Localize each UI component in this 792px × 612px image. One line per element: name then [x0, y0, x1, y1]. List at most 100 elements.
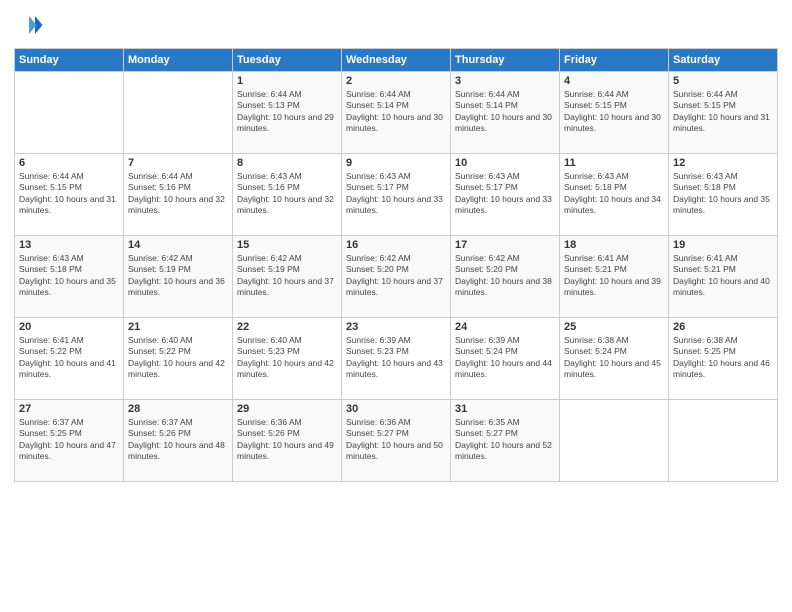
day-info: Sunrise: 6:44 AMSunset: 5:15 PMDaylight:…	[19, 171, 119, 217]
day-info: Sunrise: 6:43 AMSunset: 5:16 PMDaylight:…	[237, 171, 337, 217]
day-info: Sunrise: 6:44 AMSunset: 5:15 PMDaylight:…	[564, 89, 664, 135]
calendar-cell: 4 Sunrise: 6:44 AMSunset: 5:15 PMDaylight…	[560, 72, 669, 154]
day-number: 30	[346, 403, 446, 415]
day-number: 5	[673, 75, 773, 87]
day-number: 3	[455, 75, 555, 87]
weekday-header-saturday: Saturday	[669, 49, 778, 72]
day-info: Sunrise: 6:44 AMSunset: 5:14 PMDaylight:…	[346, 89, 446, 135]
calendar-cell: 28 Sunrise: 6:37 AMSunset: 5:26 PMDayligh…	[124, 400, 233, 482]
weekday-header-wednesday: Wednesday	[342, 49, 451, 72]
day-number: 18	[564, 239, 664, 251]
day-info: Sunrise: 6:40 AMSunset: 5:22 PMDaylight:…	[128, 335, 228, 381]
day-number: 21	[128, 321, 228, 333]
day-number: 6	[19, 157, 119, 169]
day-info: Sunrise: 6:43 AMSunset: 5:18 PMDaylight:…	[673, 171, 773, 217]
calendar-cell	[669, 400, 778, 482]
day-number: 31	[455, 403, 555, 415]
day-number: 7	[128, 157, 228, 169]
day-info: Sunrise: 6:41 AMSunset: 5:21 PMDaylight:…	[564, 253, 664, 299]
calendar-table: SundayMondayTuesdayWednesdayThursdayFrid…	[14, 48, 778, 482]
day-number: 15	[237, 239, 337, 251]
calendar-cell: 5 Sunrise: 6:44 AMSunset: 5:15 PMDaylight…	[669, 72, 778, 154]
calendar-cell	[560, 400, 669, 482]
day-number: 20	[19, 321, 119, 333]
calendar-cell: 26 Sunrise: 6:38 AMSunset: 5:25 PMDayligh…	[669, 318, 778, 400]
day-info: Sunrise: 6:39 AMSunset: 5:24 PMDaylight:…	[455, 335, 555, 381]
day-info: Sunrise: 6:36 AMSunset: 5:27 PMDaylight:…	[346, 417, 446, 463]
weekday-header-tuesday: Tuesday	[233, 49, 342, 72]
calendar-cell: 7 Sunrise: 6:44 AMSunset: 5:16 PMDaylight…	[124, 154, 233, 236]
calendar-cell: 1 Sunrise: 6:44 AMSunset: 5:13 PMDaylight…	[233, 72, 342, 154]
day-info: Sunrise: 6:44 AMSunset: 5:15 PMDaylight:…	[673, 89, 773, 135]
day-number: 25	[564, 321, 664, 333]
day-info: Sunrise: 6:39 AMSunset: 5:23 PMDaylight:…	[346, 335, 446, 381]
calendar-cell: 10Sunrise: 6:43 AMSunset: 5:17 PMDayligh…	[451, 154, 560, 236]
calendar-cell: 11 Sunrise: 6:43 AMSunset: 5:18 PMDayligh…	[560, 154, 669, 236]
day-info: Sunrise: 6:41 AMSunset: 5:21 PMDaylight:…	[673, 253, 773, 299]
day-info: Sunrise: 6:36 AMSunset: 5:26 PMDaylight:…	[237, 417, 337, 463]
day-info: Sunrise: 6:43 AMSunset: 5:17 PMDaylight:…	[346, 171, 446, 217]
day-info: Sunrise: 6:44 AMSunset: 5:16 PMDaylight:…	[128, 171, 228, 217]
calendar-cell: 30 Sunrise: 6:36 AMSunset: 5:27 PMDayligh…	[342, 400, 451, 482]
day-info: Sunrise: 6:35 AMSunset: 5:27 PMDaylight:…	[455, 417, 555, 463]
day-number: 2	[346, 75, 446, 87]
day-info: Sunrise: 6:38 AMSunset: 5:25 PMDaylight:…	[673, 335, 773, 381]
week-row-4: 20 Sunrise: 6:41 AMSunset: 5:22 PMDayligh…	[15, 318, 778, 400]
day-info: Sunrise: 6:42 AMSunset: 5:20 PMDaylight:…	[455, 253, 555, 299]
calendar-cell: 16Sunrise: 6:42 AMSunset: 5:20 PMDayligh…	[342, 236, 451, 318]
day-number: 10	[455, 157, 555, 169]
calendar-cell: 6 Sunrise: 6:44 AMSunset: 5:15 PMDaylight…	[15, 154, 124, 236]
calendar-cell: 15 Sunrise: 6:42 AMSunset: 5:19 PMDayligh…	[233, 236, 342, 318]
day-info: Sunrise: 6:42 AMSunset: 5:20 PMDaylight:…	[346, 253, 446, 299]
day-info: Sunrise: 6:44 AMSunset: 5:13 PMDaylight:…	[237, 89, 337, 135]
weekday-header-monday: Monday	[124, 49, 233, 72]
calendar-cell	[124, 72, 233, 154]
day-info: Sunrise: 6:41 AMSunset: 5:22 PMDaylight:…	[19, 335, 119, 381]
week-row-3: 13 Sunrise: 6:43 AMSunset: 5:18 PMDayligh…	[15, 236, 778, 318]
day-number: 1	[237, 75, 337, 87]
calendar-cell: 22Sunrise: 6:40 AMSunset: 5:23 PMDayligh…	[233, 318, 342, 400]
calendar-cell: 24 Sunrise: 6:39 AMSunset: 5:24 PMDayligh…	[451, 318, 560, 400]
calendar-cell: 3 Sunrise: 6:44 AMSunset: 5:14 PMDaylight…	[451, 72, 560, 154]
day-number: 8	[237, 157, 337, 169]
day-number: 29	[237, 403, 337, 415]
calendar-cell: 31 Sunrise: 6:35 AMSunset: 5:27 PMDayligh…	[451, 400, 560, 482]
day-info: Sunrise: 6:43 AMSunset: 5:18 PMDaylight:…	[19, 253, 119, 299]
calendar-cell: 2 Sunrise: 6:44 AMSunset: 5:14 PMDaylight…	[342, 72, 451, 154]
day-number: 23	[346, 321, 446, 333]
week-row-1: 1 Sunrise: 6:44 AMSunset: 5:13 PMDaylight…	[15, 72, 778, 154]
calendar-cell: 19Sunrise: 6:41 AMSunset: 5:21 PMDayligh…	[669, 236, 778, 318]
day-number: 28	[128, 403, 228, 415]
day-number: 13	[19, 239, 119, 251]
logo-icon	[14, 10, 44, 40]
day-info: Sunrise: 6:37 AMSunset: 5:25 PMDaylight:…	[19, 417, 119, 463]
day-number: 27	[19, 403, 119, 415]
day-info: Sunrise: 6:43 AMSunset: 5:18 PMDaylight:…	[564, 171, 664, 217]
day-number: 26	[673, 321, 773, 333]
calendar-cell: 23 Sunrise: 6:39 AMSunset: 5:23 PMDayligh…	[342, 318, 451, 400]
week-row-2: 6 Sunrise: 6:44 AMSunset: 5:15 PMDaylight…	[15, 154, 778, 236]
calendar-cell: 14 Sunrise: 6:42 AMSunset: 5:19 PMDayligh…	[124, 236, 233, 318]
calendar-cell	[15, 72, 124, 154]
calendar-cell: 25Sunrise: 6:38 AMSunset: 5:24 PMDayligh…	[560, 318, 669, 400]
calendar-cell: 18 Sunrise: 6:41 AMSunset: 5:21 PMDayligh…	[560, 236, 669, 318]
calendar-cell: 17Sunrise: 6:42 AMSunset: 5:20 PMDayligh…	[451, 236, 560, 318]
day-number: 11	[564, 157, 664, 169]
day-info: Sunrise: 6:40 AMSunset: 5:23 PMDaylight:…	[237, 335, 337, 381]
day-info: Sunrise: 6:42 AMSunset: 5:19 PMDaylight:…	[237, 253, 337, 299]
calendar-cell: 12Sunrise: 6:43 AMSunset: 5:18 PMDayligh…	[669, 154, 778, 236]
weekday-header-sunday: Sunday	[15, 49, 124, 72]
calendar-cell: 27 Sunrise: 6:37 AMSunset: 5:25 PMDayligh…	[15, 400, 124, 482]
day-number: 4	[564, 75, 664, 87]
day-info: Sunrise: 6:44 AMSunset: 5:14 PMDaylight:…	[455, 89, 555, 135]
day-number: 14	[128, 239, 228, 251]
day-number: 24	[455, 321, 555, 333]
day-info: Sunrise: 6:37 AMSunset: 5:26 PMDaylight:…	[128, 417, 228, 463]
page: SundayMondayTuesdayWednesdayThursdayFrid…	[0, 0, 792, 612]
logo	[14, 10, 48, 40]
day-info: Sunrise: 6:42 AMSunset: 5:19 PMDaylight:…	[128, 253, 228, 299]
calendar-cell: 21 Sunrise: 6:40 AMSunset: 5:22 PMDayligh…	[124, 318, 233, 400]
weekday-header-row: SundayMondayTuesdayWednesdayThursdayFrid…	[15, 49, 778, 72]
header	[14, 10, 778, 40]
calendar-cell: 8 Sunrise: 6:43 AMSunset: 5:16 PMDaylight…	[233, 154, 342, 236]
